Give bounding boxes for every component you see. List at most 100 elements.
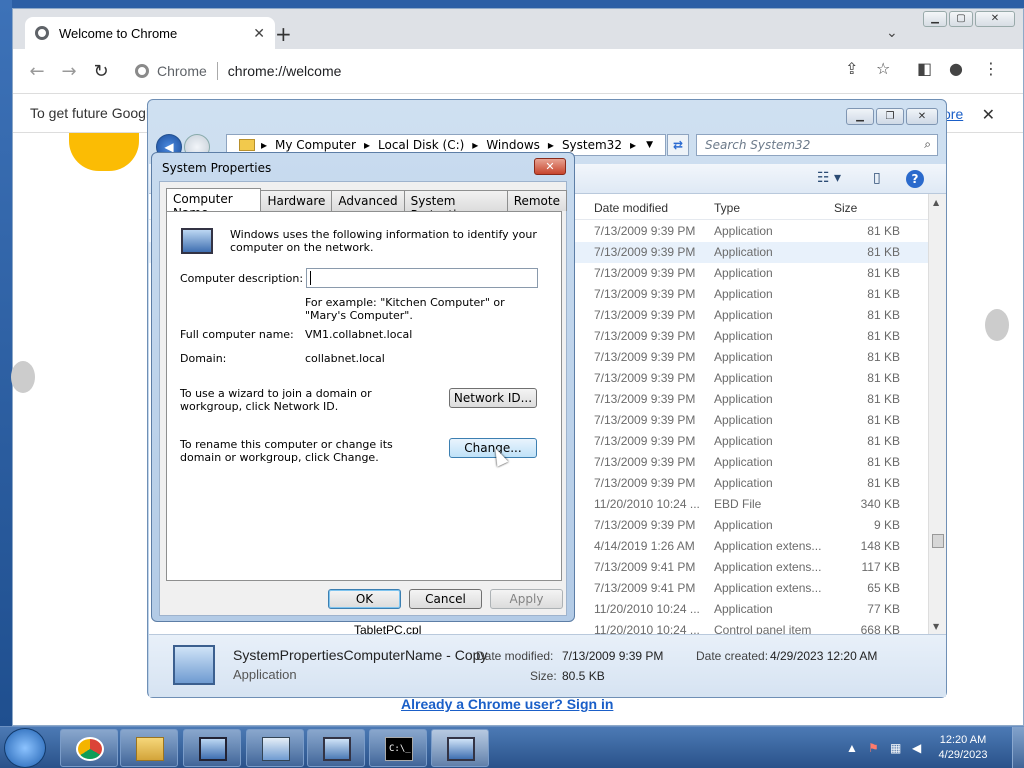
control-panel-icon: [262, 737, 290, 761]
file-size: 81 KB: [867, 413, 900, 427]
tab-hardware[interactable]: Hardware: [260, 190, 333, 211]
taskbar-chrome[interactable]: [60, 729, 118, 767]
reload-icon[interactable]: ↻: [85, 61, 117, 82]
profile-icon[interactable]: ●: [949, 59, 963, 78]
signin-link[interactable]: Already a Chrome user? Sign in: [401, 696, 613, 712]
taskbar-remote-desktop[interactable]: [183, 729, 241, 767]
omnibox[interactable]: Chrome chrome://welcome: [125, 55, 825, 87]
taskbar-cmd[interactable]: C:\_: [369, 729, 427, 767]
file-date: 7/13/2009 9:39 PM: [594, 224, 696, 238]
file-size: 81 KB: [867, 308, 900, 322]
full-name-label: Full computer name:: [180, 328, 294, 341]
file-size: 77 KB: [867, 602, 900, 616]
computer-description-input[interactable]: [306, 268, 538, 288]
file-size: 148 KB: [860, 539, 900, 553]
tab-computer-name[interactable]: Computer Name: [166, 188, 262, 220]
computer-name-panel: Windows uses the following information t…: [166, 211, 562, 581]
tab-remote[interactable]: Remote: [506, 190, 567, 211]
details-modified-label: Date modified:: [476, 649, 554, 663]
file-size: 81 KB: [867, 434, 900, 448]
tab-welcome[interactable]: Welcome to Chrome ✕: [25, 17, 275, 49]
action-center-icon[interactable]: ⚑: [868, 741, 879, 755]
cancel-button[interactable]: Cancel: [409, 589, 482, 609]
share-icon[interactable]: ⇪: [845, 59, 858, 78]
taskbar: C:\_ ▲ ⚑ ▦ ◀ 12:20 AM 4/29/2023: [0, 726, 1024, 768]
maximize-button[interactable]: ▢: [949, 11, 973, 27]
column-date-modified[interactable]: Date modified: [594, 201, 668, 215]
minimize-button[interactable]: ▁: [846, 108, 874, 125]
desktop-edge: [0, 0, 12, 726]
minimize-button[interactable]: ▁: [923, 11, 947, 27]
search-icon[interactable]: ⌕: [924, 137, 931, 152]
chrome-icon: [76, 737, 104, 761]
file-date: 7/13/2009 9:39 PM: [594, 371, 696, 385]
clock[interactable]: 12:20 AM 4/29/2023: [928, 733, 998, 763]
column-type[interactable]: Type: [714, 201, 740, 215]
explorer-window-controls: ▁ ❐ ✕: [846, 108, 938, 125]
file-type: Application: [714, 224, 773, 238]
tab-search-chevron-icon[interactable]: ⌄: [886, 25, 898, 41]
taskbar-system[interactable]: [307, 729, 365, 767]
details-size: 80.5 KB: [562, 669, 605, 683]
chrome-favicon-icon: [35, 26, 49, 40]
breadcrumb-item[interactable]: Windows: [486, 138, 540, 152]
details-created-label: Date created:: [696, 649, 769, 663]
domain-value: collabnet.local: [305, 352, 385, 365]
file-date: 7/13/2009 9:39 PM: [594, 245, 696, 259]
intro-text: Windows uses the following information t…: [230, 228, 537, 254]
scroll-thumb[interactable]: [932, 534, 944, 548]
breadcrumb-item[interactable]: System32: [562, 138, 622, 152]
preview-pane-icon[interactable]: ▯: [873, 170, 881, 186]
vertical-scrollbar[interactable]: ▲ ▼: [928, 194, 946, 634]
ok-button[interactable]: OK: [328, 589, 401, 609]
breadcrumb-item[interactable]: Local Disk (C:): [378, 138, 464, 152]
remote-desktop-icon: [199, 737, 227, 761]
taskbar-system-properties[interactable]: [431, 729, 489, 767]
file-type: Application extens...: [714, 560, 822, 574]
infobar-close-icon[interactable]: ✕: [982, 105, 995, 124]
file-type: Application: [714, 413, 773, 427]
side-panel-icon[interactable]: ◧: [917, 59, 932, 78]
tab-close-icon[interactable]: ✕: [253, 25, 265, 42]
column-size[interactable]: Size: [834, 201, 857, 215]
breadcrumb-item[interactable]: My Computer: [275, 138, 356, 152]
file-size: 81 KB: [867, 287, 900, 301]
close-button[interactable]: ✕: [975, 11, 1015, 27]
file-size: 81 KB: [867, 392, 900, 406]
dialog-close-button[interactable]: ✕: [534, 158, 566, 175]
file-date: 7/13/2009 9:39 PM: [594, 413, 696, 427]
close-button[interactable]: ✕: [906, 108, 938, 125]
taskbar-explorer[interactable]: [120, 729, 178, 767]
network-id-button[interactable]: Network ID...: [449, 388, 537, 408]
tab-system-protection[interactable]: System Protection: [403, 190, 508, 222]
dialog-title: System Properties: [162, 161, 272, 175]
file-date: 11/20/2010 10:24 ...: [594, 602, 700, 616]
apply-button[interactable]: Apply: [490, 589, 563, 609]
forward-icon[interactable]: →: [53, 61, 85, 82]
scroll-up-icon[interactable]: ▲: [933, 198, 939, 207]
help-icon[interactable]: ?: [906, 170, 924, 188]
volume-icon[interactable]: ◀: [912, 741, 921, 755]
decor-shape: [985, 309, 1009, 341]
file-size: 81 KB: [867, 371, 900, 385]
restore-button[interactable]: ❐: [876, 108, 904, 125]
scroll-down-icon[interactable]: ▼: [933, 622, 939, 631]
refresh-icon[interactable]: ⇄: [667, 134, 689, 156]
menu-icon[interactable]: ⋮: [983, 59, 999, 78]
show-desktop-button[interactable]: [1012, 727, 1024, 768]
back-icon[interactable]: ←: [21, 61, 53, 82]
file-type: Application: [714, 350, 773, 364]
network-icon[interactable]: ▦: [890, 741, 901, 755]
view-options-icon[interactable]: ☷ ▾: [817, 170, 841, 186]
system-tray: ▲ ⚑ ▦ ◀ 12:20 AM 4/29/2023: [824, 727, 1024, 768]
search-input[interactable]: Search System32 ⌕: [696, 134, 938, 156]
bookmark-star-icon[interactable]: ☆: [876, 59, 890, 78]
address-dropdown-icon[interactable]: ▼: [646, 140, 653, 150]
dialog-tabs: Computer Name Hardware Advanced System P…: [166, 188, 567, 222]
tab-advanced[interactable]: Advanced: [331, 190, 405, 211]
start-button[interactable]: [4, 728, 46, 768]
file-size: 65 KB: [867, 581, 900, 595]
new-tab-button[interactable]: +: [275, 22, 292, 46]
taskbar-control-panel[interactable]: [246, 729, 304, 767]
tray-expand-icon[interactable]: ▲: [846, 741, 858, 755]
